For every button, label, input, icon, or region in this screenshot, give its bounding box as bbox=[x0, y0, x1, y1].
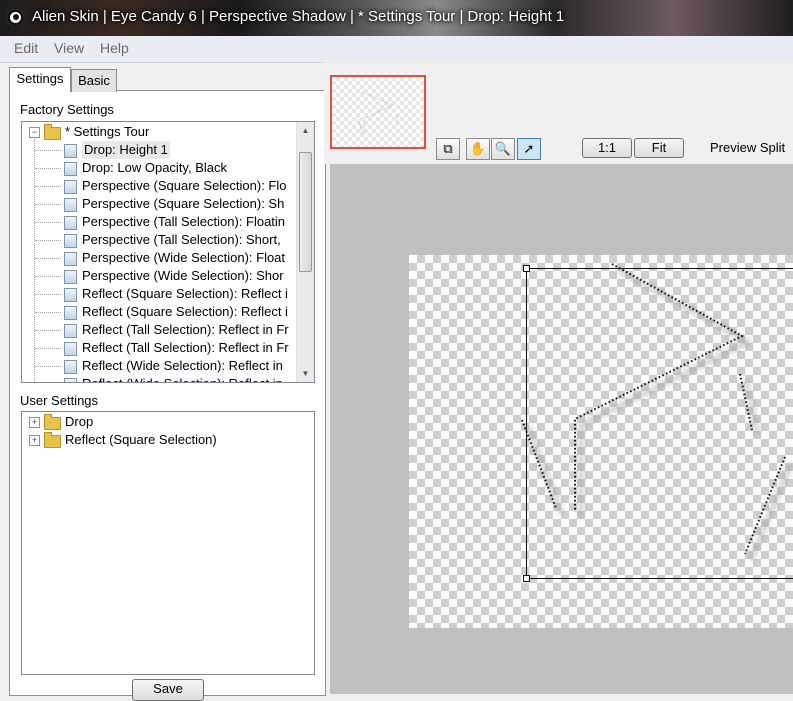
title-bar: Alien Skin | Eye Candy 6 | Perspective S… bbox=[0, 0, 793, 36]
menu-edit[interactable]: Edit bbox=[14, 40, 38, 56]
preset-file-icon bbox=[64, 252, 77, 266]
scroll-thumb[interactable] bbox=[299, 152, 312, 272]
tree-item[interactable]: Reflect (Wide Selection): Reflect in bbox=[22, 357, 292, 375]
tree-item-label: Reflect (Wide Selection): Reflect in bbox=[82, 375, 283, 382]
user-settings-tree[interactable]: + Drop + Reflect (Square Selection) bbox=[21, 411, 315, 675]
factory-settings-tree[interactable]: − * Settings Tour Drop: Height 1 Drop: Lo… bbox=[21, 121, 315, 383]
factory-settings-label: Factory Settings bbox=[20, 102, 114, 117]
tree-item[interactable]: Perspective (Wide Selection): Shor bbox=[22, 267, 292, 285]
arrow-tool-button[interactable]: ➚ bbox=[517, 138, 541, 160]
folder-open-icon bbox=[44, 124, 61, 140]
arrow-cursor-icon: ➚ bbox=[523, 141, 535, 156]
selection-handle[interactable] bbox=[523, 575, 530, 582]
tree-item[interactable]: Reflect (Tall Selection): Reflect in Fr bbox=[22, 321, 292, 339]
scroll-down-icon[interactable]: ▼ bbox=[297, 365, 314, 382]
tree-item-label: Reflect (Tall Selection): Reflect in Fr bbox=[82, 340, 289, 355]
preset-file-icon bbox=[64, 216, 77, 230]
tab-settings[interactable]: Settings bbox=[9, 67, 71, 92]
selection-handle[interactable] bbox=[523, 265, 530, 272]
tree-item-label: Perspective (Wide Selection): Shor bbox=[82, 268, 284, 283]
user-folder-drop[interactable]: + Drop bbox=[22, 413, 292, 431]
selection-marquee bbox=[526, 268, 793, 579]
tree-item[interactable]: Perspective (Square Selection): Flo bbox=[22, 177, 292, 195]
user-folder-reflect-square[interactable]: + Reflect (Square Selection) bbox=[22, 431, 292, 449]
folder-icon bbox=[44, 414, 61, 430]
preset-file-icon bbox=[64, 306, 77, 320]
tree-root-settings-tour[interactable]: − * Settings Tour bbox=[22, 123, 292, 141]
menu-help[interactable]: Help bbox=[100, 40, 129, 56]
tree-item[interactable]: Reflect (Tall Selection): Reflect in Fr bbox=[22, 339, 292, 357]
preview-split-label: Preview Split bbox=[710, 140, 786, 155]
preset-file-icon bbox=[64, 324, 77, 338]
user-folder-label: Drop bbox=[65, 414, 94, 429]
save-button[interactable]: Save bbox=[132, 679, 204, 701]
tree-item-label: Perspective (Tall Selection): Short, bbox=[82, 232, 281, 247]
tree-item[interactable]: Drop: Low Opacity, Black bbox=[22, 159, 292, 177]
expand-icon[interactable]: + bbox=[29, 435, 40, 446]
zoom-tool-button[interactable]: 🔍 bbox=[491, 138, 515, 160]
tree-item-label: Reflect (Square Selection): Reflect i bbox=[82, 286, 288, 301]
tree-item-label: Reflect (Wide Selection): Reflect in bbox=[82, 358, 283, 373]
tree-item[interactable]: Perspective (Tall Selection): Floatin bbox=[22, 213, 292, 231]
collapse-icon[interactable]: − bbox=[29, 127, 40, 138]
app-logo-icon bbox=[7, 9, 24, 26]
tree-item-label: Perspective (Square Selection): Sh bbox=[82, 196, 285, 211]
hand-tool-button[interactable]: ✋ bbox=[466, 138, 490, 160]
preset-file-icon bbox=[64, 180, 77, 194]
tree-item[interactable]: Drop: Height 1 bbox=[22, 141, 292, 159]
preset-file-icon bbox=[64, 288, 77, 302]
navigator-thumbnail-graphic bbox=[357, 91, 399, 135]
scroll-up-icon[interactable]: ▲ bbox=[297, 122, 314, 139]
preset-file-icon bbox=[64, 360, 77, 374]
tree-item-label: Perspective (Square Selection): Flo bbox=[82, 178, 287, 193]
expand-icon[interactable]: + bbox=[29, 417, 40, 428]
hand-icon: ✋ bbox=[469, 141, 487, 156]
preset-file-icon bbox=[64, 270, 77, 284]
tree-item-label: Reflect (Square Selection): Reflect i bbox=[82, 304, 288, 319]
settings-panel: Factory Settings − * Settings Tour Drop:… bbox=[9, 90, 326, 701]
tree-item-label: Drop: Height 1 bbox=[82, 141, 170, 159]
tree-item[interactable]: Perspective (Tall Selection): Short, bbox=[22, 231, 292, 249]
pan-preview-icon: ⧉ bbox=[443, 141, 453, 156]
tree-item[interactable]: Reflect (Square Selection): Reflect i bbox=[22, 285, 292, 303]
menu-bar: Edit View Help bbox=[0, 36, 793, 63]
folder-icon bbox=[44, 432, 61, 448]
magnifier-icon: 🔍 bbox=[494, 141, 512, 156]
factory-scrollbar[interactable]: ▲ ▼ bbox=[296, 122, 314, 382]
tree-item-label: Reflect (Tall Selection): Reflect in Fr bbox=[82, 322, 289, 337]
preset-file-icon bbox=[64, 198, 77, 212]
tree-item-label: Perspective (Tall Selection): Floatin bbox=[82, 214, 286, 229]
tree-item[interactable]: Perspective (Wide Selection): Float bbox=[22, 249, 292, 267]
zoom-1-1-button[interactable]: 1:1 bbox=[582, 138, 632, 158]
preset-file-icon bbox=[64, 378, 77, 382]
preset-file-icon bbox=[64, 234, 77, 248]
tree-item[interactable]: Reflect (Wide Selection): Reflect in bbox=[22, 375, 292, 382]
menu-view[interactable]: View bbox=[54, 40, 84, 56]
tree-item[interactable]: Perspective (Square Selection): Sh bbox=[22, 195, 292, 213]
preset-file-icon bbox=[64, 144, 77, 158]
navigator-tool-button[interactable]: ⧉ bbox=[436, 138, 460, 160]
preset-file-icon bbox=[64, 162, 77, 176]
preset-file-icon bbox=[64, 342, 77, 356]
tree-root-label: * Settings Tour bbox=[65, 124, 150, 139]
tree-item-label: Drop: Low Opacity, Black bbox=[82, 160, 227, 175]
tree-item[interactable]: Reflect (Square Selection): Reflect i bbox=[22, 303, 292, 321]
navigator-thumbnail[interactable] bbox=[330, 75, 426, 149]
tree-item-label: Perspective (Wide Selection): Float bbox=[82, 250, 286, 265]
fit-button[interactable]: Fit bbox=[634, 138, 684, 158]
tab-basic[interactable]: Basic bbox=[71, 69, 117, 92]
user-folder-label: Reflect (Square Selection) bbox=[65, 432, 217, 447]
window-title: Alien Skin | Eye Candy 6 | Perspective S… bbox=[32, 8, 565, 25]
user-settings-label: User Settings bbox=[20, 393, 99, 408]
